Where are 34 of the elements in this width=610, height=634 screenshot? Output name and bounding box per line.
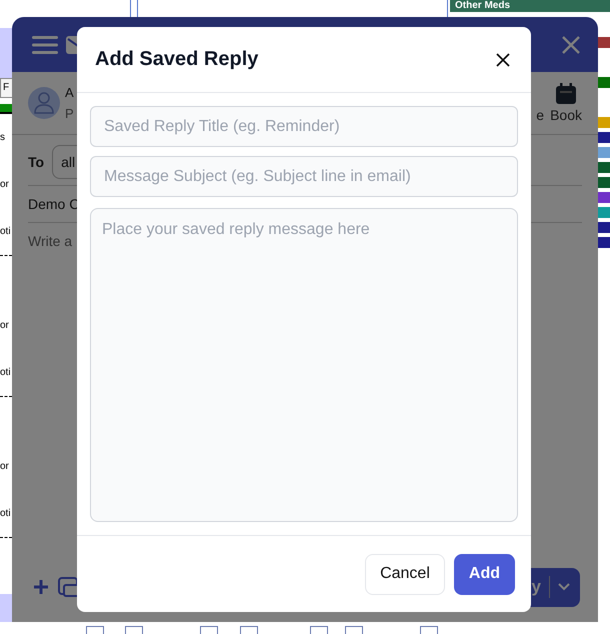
text-fragment: oti: [0, 226, 11, 237]
text-fragment: or: [0, 461, 9, 472]
taskbar-icon[interactable]: [125, 626, 143, 634]
plus-icon[interactable]: [34, 580, 48, 594]
text-fragment: oti: [0, 367, 11, 378]
chevron-icon[interactable]: [558, 583, 570, 591]
dialog-title: Add Saved Reply: [95, 48, 258, 71]
taskbar-icon[interactable]: [310, 626, 328, 634]
text-fragment: s: [0, 132, 5, 143]
to-label: To: [28, 154, 44, 170]
cancel-button[interactable]: Cancel: [365, 554, 445, 594]
calendar-icon: [555, 83, 578, 105]
text-fragment: oti: [0, 508, 11, 519]
contact-name: A: [65, 85, 74, 100]
input-field[interactable]: Saved Reply Title (eg. Reminder): [90, 106, 518, 147]
taskbar-icon[interactable]: [345, 626, 363, 634]
menu-icon[interactable]: [32, 34, 58, 54]
contact-detail: P: [65, 106, 74, 121]
text-fragment: or: [0, 179, 9, 190]
taskbar-icon[interactable]: [200, 626, 218, 634]
status-bar: [0, 104, 12, 114]
taskbar-icon[interactable]: [240, 626, 258, 634]
compose-field[interactable]: Write a: [28, 223, 72, 259]
text-fragment: or: [0, 320, 9, 331]
input-field[interactable]: Message Subject (eg. Subject line in email): [90, 156, 518, 197]
section-header: Other Meds: [450, 0, 610, 12]
avatar: [28, 87, 60, 119]
message-field[interactable]: Place your saved reply message here: [90, 208, 518, 522]
taskbar-icon[interactable]: [86, 626, 104, 634]
action-label[interactable]: e: [536, 107, 544, 123]
close-icon[interactable]: [562, 36, 580, 54]
book-button[interactable]: Book: [550, 83, 582, 123]
taskbar-icon[interactable]: [420, 626, 438, 634]
add-button[interactable]: Add: [454, 554, 515, 594]
